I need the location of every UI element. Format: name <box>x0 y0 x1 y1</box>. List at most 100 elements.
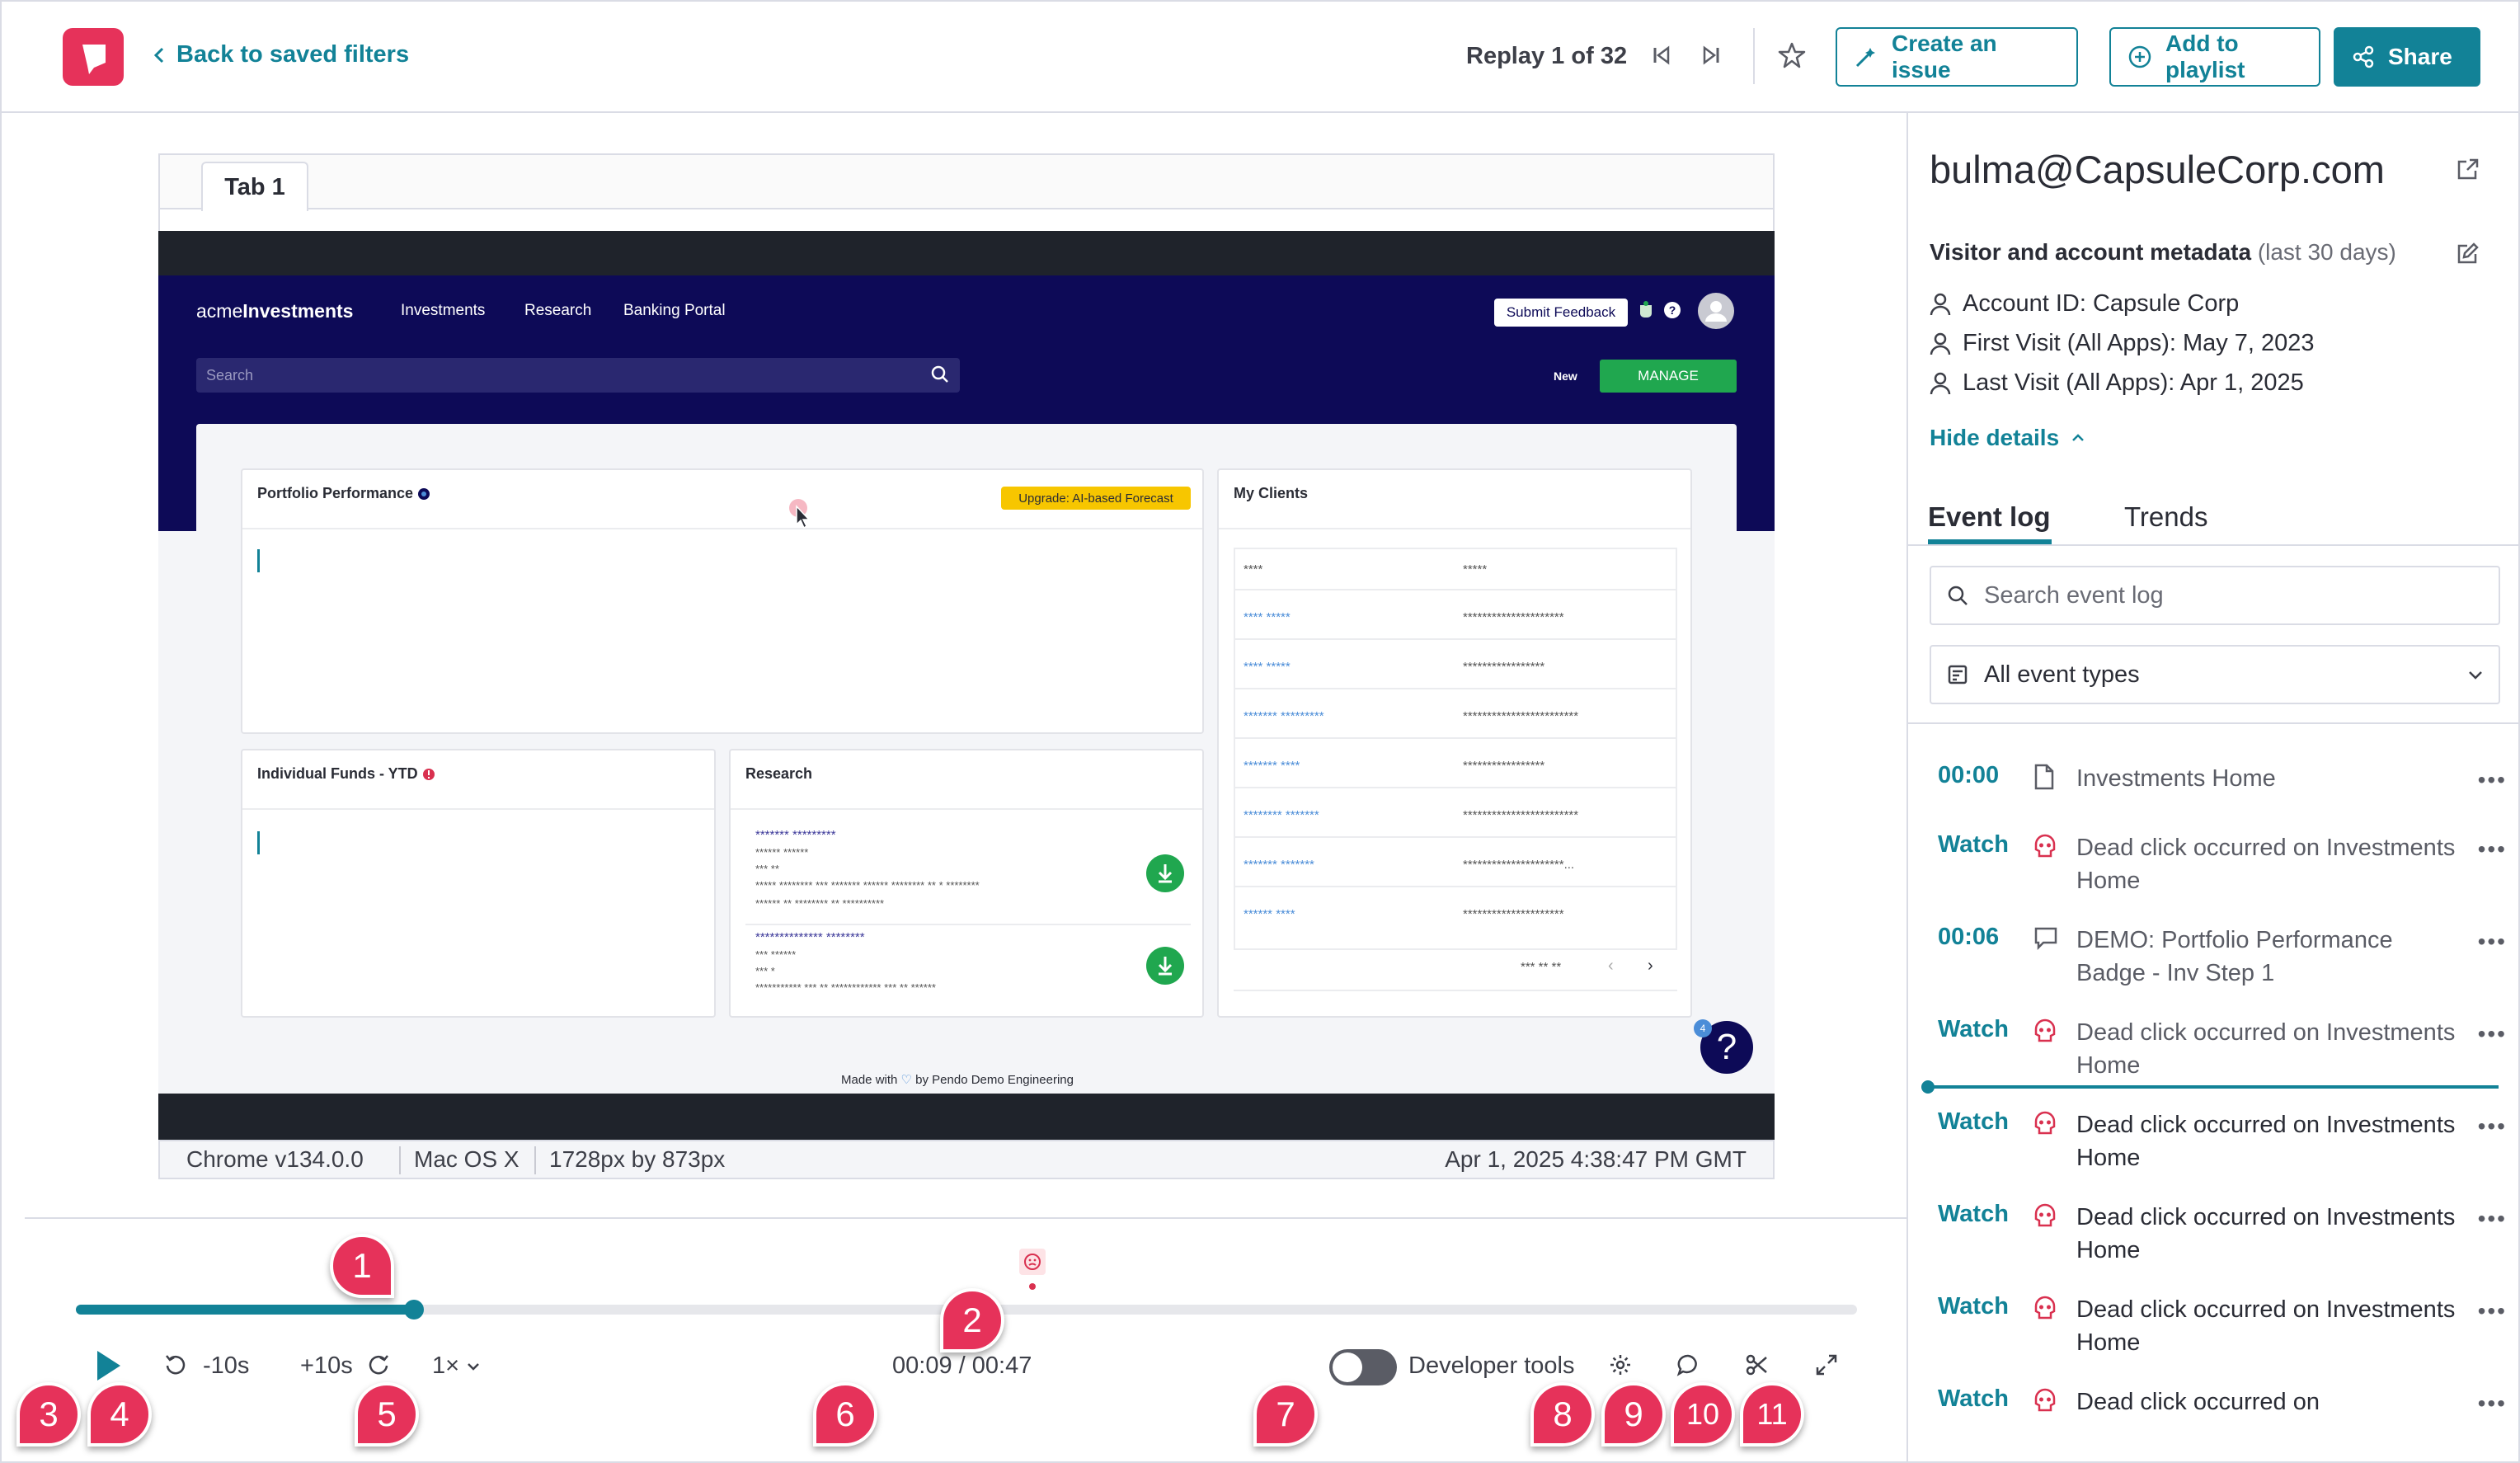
watch-link[interactable]: Watch <box>1938 1385 2009 1413</box>
replay-prefix: Replay <box>1466 43 1545 69</box>
share-icon <box>2352 45 2375 68</box>
watch-link[interactable]: Watch <box>1938 1201 2009 1228</box>
client-detail-cell: ************************ <box>1463 808 1579 822</box>
event-log-item[interactable]: Watch Dead click occurred on Investments … <box>1938 1108 2507 1174</box>
edit-icon[interactable] <box>2456 241 2480 266</box>
tab-trends[interactable]: Trends <box>2124 501 2207 533</box>
event-log-item[interactable]: Watch Dead click occurred on Investments … <box>1938 1016 2507 1082</box>
skull-icon <box>2033 1202 2058 1229</box>
more-options-icon[interactable]: ••• <box>2478 767 2507 793</box>
more-options-icon[interactable]: ••• <box>2478 929 2507 955</box>
event-description: Dead click occurred on Investments Home <box>2076 1019 2456 1079</box>
research-line: *** ** <box>755 863 779 875</box>
share-button[interactable]: Share <box>2334 27 2480 87</box>
event-timestamp[interactable]: 00:06 <box>1938 924 1999 951</box>
external-link-icon[interactable] <box>2456 157 2480 181</box>
event-log-item[interactable]: Watch Dead click occurred on Investments … <box>1938 1293 2507 1359</box>
client-detail-cell: ***************** <box>1463 660 1545 674</box>
table-row-divider <box>1234 836 1677 838</box>
person-icon <box>1930 293 1951 315</box>
watch-link[interactable]: Watch <box>1938 1293 2009 1320</box>
tab-event-log[interactable]: Event log <box>1928 501 2051 533</box>
playback-speed-select[interactable]: 1× <box>432 1352 481 1380</box>
acme-logo: acmeInvestments <box>196 300 353 322</box>
event-type-select[interactable]: All event types <box>1930 645 2500 704</box>
more-options-icon[interactable]: ••• <box>2478 1298 2507 1324</box>
watch-link[interactable]: Watch <box>1938 1108 2009 1136</box>
skull-icon <box>2033 1018 2058 1044</box>
star-icon[interactable] <box>1778 41 1806 69</box>
marker-number: 2 <box>962 1301 982 1339</box>
browser-tab[interactable]: Tab 1 <box>201 162 308 211</box>
frustration-dot <box>1029 1283 1036 1290</box>
event-log-item[interactable]: Watch Dead click occurred on Investments … <box>1938 1201 2507 1267</box>
client-name-cell: **** ***** <box>1244 660 1291 674</box>
back-to-saved-filters-link[interactable]: Back to saved filters <box>153 41 409 68</box>
person-icon <box>1930 332 1951 355</box>
my-clients-title: My Clients <box>1234 485 1309 501</box>
metadata-value: Account ID: Capsule Corp <box>1963 290 2240 317</box>
download-icon <box>1146 854 1184 892</box>
app-search-input: Search <box>196 358 960 393</box>
app-search-icon <box>930 365 950 384</box>
rewind-10-label[interactable]: -10s <box>203 1352 249 1380</box>
event-log-item[interactable]: 00:06 DEMO: Portfolio Performance Badge -… <box>1938 924 2507 990</box>
developer-tools-toggle[interactable] <box>1329 1349 1397 1385</box>
made-with-prefix: Made with <box>841 1073 898 1087</box>
submit-feedback-button: Submit Feedback <box>1494 299 1628 327</box>
individual-funds-text: Individual Funds - YTD <box>257 765 418 782</box>
more-options-icon[interactable]: ••• <box>2478 1206 2507 1232</box>
click-cursor-icon <box>788 498 813 531</box>
first-replay-icon[interactable] <box>1649 43 1674 68</box>
settings-gear-icon[interactable] <box>1608 1352 1633 1377</box>
watch-link[interactable]: Watch <box>1938 1016 2009 1043</box>
search-icon <box>1948 586 1968 605</box>
client-name-cell: ******* **** <box>1244 759 1300 773</box>
text-cursor <box>257 549 260 572</box>
rewind-10-icon[interactable] <box>163 1352 188 1377</box>
client-name-cell: **** ***** <box>1244 610 1291 624</box>
event-log-item[interactable]: 00:00 Investments Home ••• <box>1938 762 2507 828</box>
play-icon[interactable] <box>92 1349 124 1382</box>
client-detail-cell: ************************ <box>1463 709 1579 723</box>
forward-10-icon[interactable] <box>366 1352 391 1377</box>
client-name-cell: ****** **** <box>1244 907 1295 921</box>
watch-link[interactable]: Watch <box>1938 831 2009 859</box>
more-options-icon[interactable]: ••• <box>2478 1113 2507 1140</box>
card-divider <box>731 808 1202 810</box>
timeline-scrubber[interactable] <box>404 1300 424 1320</box>
client-name-cell: ******* ******* <box>1244 858 1314 872</box>
annotation-marker-7: 7 <box>1253 1382 1318 1447</box>
frustration-marker-icon[interactable] <box>1019 1249 1046 1275</box>
create-issue-button[interactable]: Create an issue <box>1836 27 2078 87</box>
forward-10-label[interactable]: +10s <box>300 1352 353 1380</box>
hide-details-link[interactable]: Hide details <box>1930 425 2085 451</box>
annotation-marker-6: 6 <box>813 1382 877 1447</box>
chevron-down-icon <box>2469 671 2482 680</box>
table-row-divider <box>1234 688 1677 689</box>
back-label: Back to saved filters <box>176 41 410 68</box>
more-options-icon[interactable]: ••• <box>2478 1021 2507 1047</box>
client-name-cell: ******* ********* <box>1244 709 1324 723</box>
event-timestamp[interactable]: 00:00 <box>1938 762 1999 789</box>
active-tab-indicator <box>1928 539 2052 544</box>
recorded-app-top-bar <box>158 231 1775 275</box>
pendo-logo[interactable] <box>63 28 124 86</box>
event-log-search-input[interactable]: Search event log <box>1930 566 2500 625</box>
scissors-clip-icon[interactable] <box>1745 1352 1770 1377</box>
next-replay-icon[interactable] <box>1699 43 1723 68</box>
event-description: Dead click occurred on Investments Home <box>2076 835 2456 894</box>
more-options-icon[interactable]: ••• <box>2478 1390 2507 1417</box>
event-log-item[interactable]: Watch Dead click occurred on Investments … <box>1938 831 2507 897</box>
manage-button: MANAGE <box>1600 360 1737 393</box>
metadata-value: Last Visit (All Apps): Apr 1, 2025 <box>1963 369 2304 396</box>
more-options-icon[interactable]: ••• <box>2478 836 2507 863</box>
annotation-marker-3: 3 <box>16 1382 81 1447</box>
marker-number: 5 <box>377 1395 397 1433</box>
add-to-playlist-button[interactable]: Add to playlist <box>2109 27 2320 87</box>
annotation-marker-1: 1 <box>330 1234 394 1298</box>
fullscreen-expand-icon[interactable] <box>1814 1352 1839 1377</box>
comment-icon[interactable] <box>1676 1352 1700 1377</box>
event-log-item[interactable]: Watch Dead click occurred on ••• <box>1938 1385 2507 1451</box>
text-cursor <box>257 831 260 854</box>
